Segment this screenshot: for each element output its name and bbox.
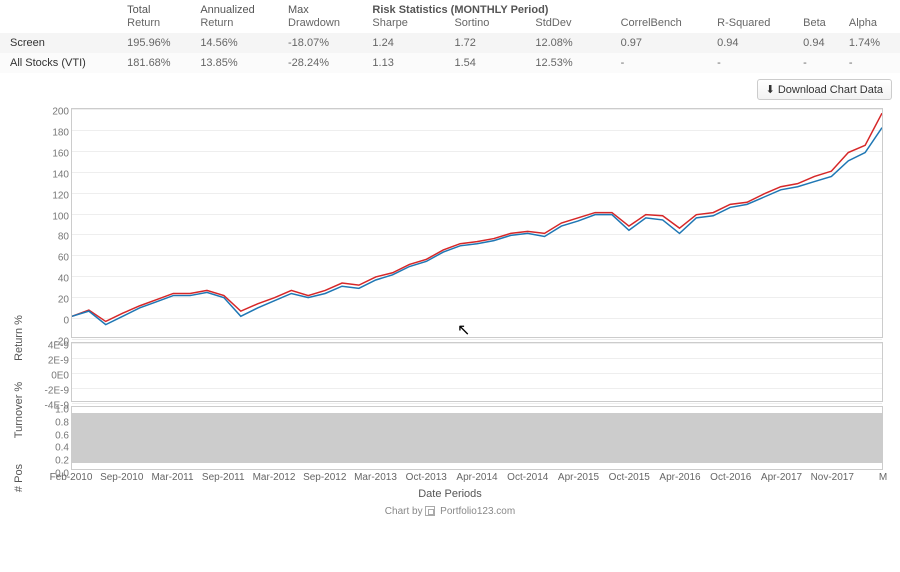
- pos-yticks: 1.00.80.60.40.20.0: [39, 410, 69, 474]
- pos-fill: [72, 413, 882, 463]
- col-max: Max: [282, 0, 366, 17]
- pos-ylabel: # Pos: [13, 464, 25, 492]
- download-icon: ⬇: [766, 83, 775, 96]
- stats-row: All Stocks (VTI)181.68%13.85%-28.24%1.13…: [0, 53, 900, 73]
- series-screen: [72, 113, 882, 321]
- turnover-panel[interactable]: [71, 342, 883, 402]
- date-xticks: Feb-2010Sep-2010Mar-2011Sep-2011Mar-2012…: [71, 472, 883, 486]
- return-yticks: -20020406080100120140160180200: [39, 112, 69, 342]
- xlabel: Date Periods: [9, 488, 891, 500]
- turnover-ylabel: Turnover %: [13, 382, 25, 438]
- stats-header-row1: Total Annualized Max Risk Statistics (MO…: [0, 0, 900, 17]
- col-total: Total: [121, 0, 194, 17]
- risk-section-header: Risk Statistics (MONTHLY Period): [366, 0, 614, 17]
- chart-container: ↖ Return % -2002040608010012014016018020…: [9, 108, 891, 517]
- chart-attribution: Chart by Portfolio123.com: [9, 506, 891, 517]
- risk-stats-table: Total Annualized Max Risk Statistics (MO…: [0, 0, 900, 73]
- series-all-stocks-vti-: [72, 128, 882, 325]
- portfolio123-logo-icon: [425, 506, 435, 516]
- download-chart-data-button[interactable]: ⬇Download Chart Data: [757, 79, 892, 100]
- turnover-yticks: 4E-92E-90E0-2E-9-4E-9: [39, 346, 69, 406]
- col-annualized: Annualized: [194, 0, 282, 17]
- pos-panel[interactable]: [71, 406, 883, 470]
- return-ylabel: Return %: [13, 315, 25, 361]
- stats-header-row2: Return Return Drawdown Sharpe Sortino St…: [0, 17, 900, 33]
- stats-row: Screen195.96%14.56%-18.07%1.241.7212.08%…: [0, 33, 900, 53]
- return-panel[interactable]: [71, 108, 883, 338]
